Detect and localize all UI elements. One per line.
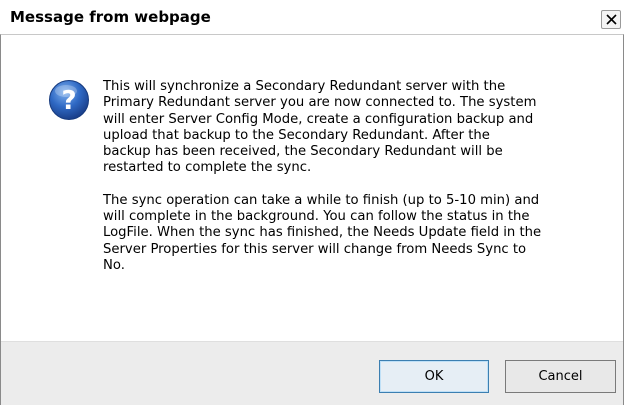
dialog-titlebar[interactable]: Message from webpage bbox=[0, 0, 624, 34]
dialog-content: ? This will synchronize a Secondary Redu… bbox=[1, 35, 623, 341]
message-dialog: Message from webpage ? This will synchro bbox=[0, 0, 624, 405]
dialog-button-bar: OK Cancel bbox=[1, 341, 623, 405]
svg-text:?: ? bbox=[61, 86, 76, 116]
message-paragraph-1: This will synchronize a Secondary Redund… bbox=[103, 79, 537, 176]
message-text: This will synchronize a Secondary Redund… bbox=[103, 79, 608, 274]
ok-button[interactable]: OK bbox=[379, 360, 489, 393]
cancel-button[interactable]: Cancel bbox=[505, 360, 616, 393]
close-button[interactable] bbox=[601, 10, 621, 29]
message-paragraph-2: The sync operation can take a while to f… bbox=[103, 192, 542, 273]
close-icon bbox=[606, 14, 617, 25]
dialog-title: Message from webpage bbox=[10, 8, 211, 26]
question-icon: ? bbox=[49, 80, 89, 120]
